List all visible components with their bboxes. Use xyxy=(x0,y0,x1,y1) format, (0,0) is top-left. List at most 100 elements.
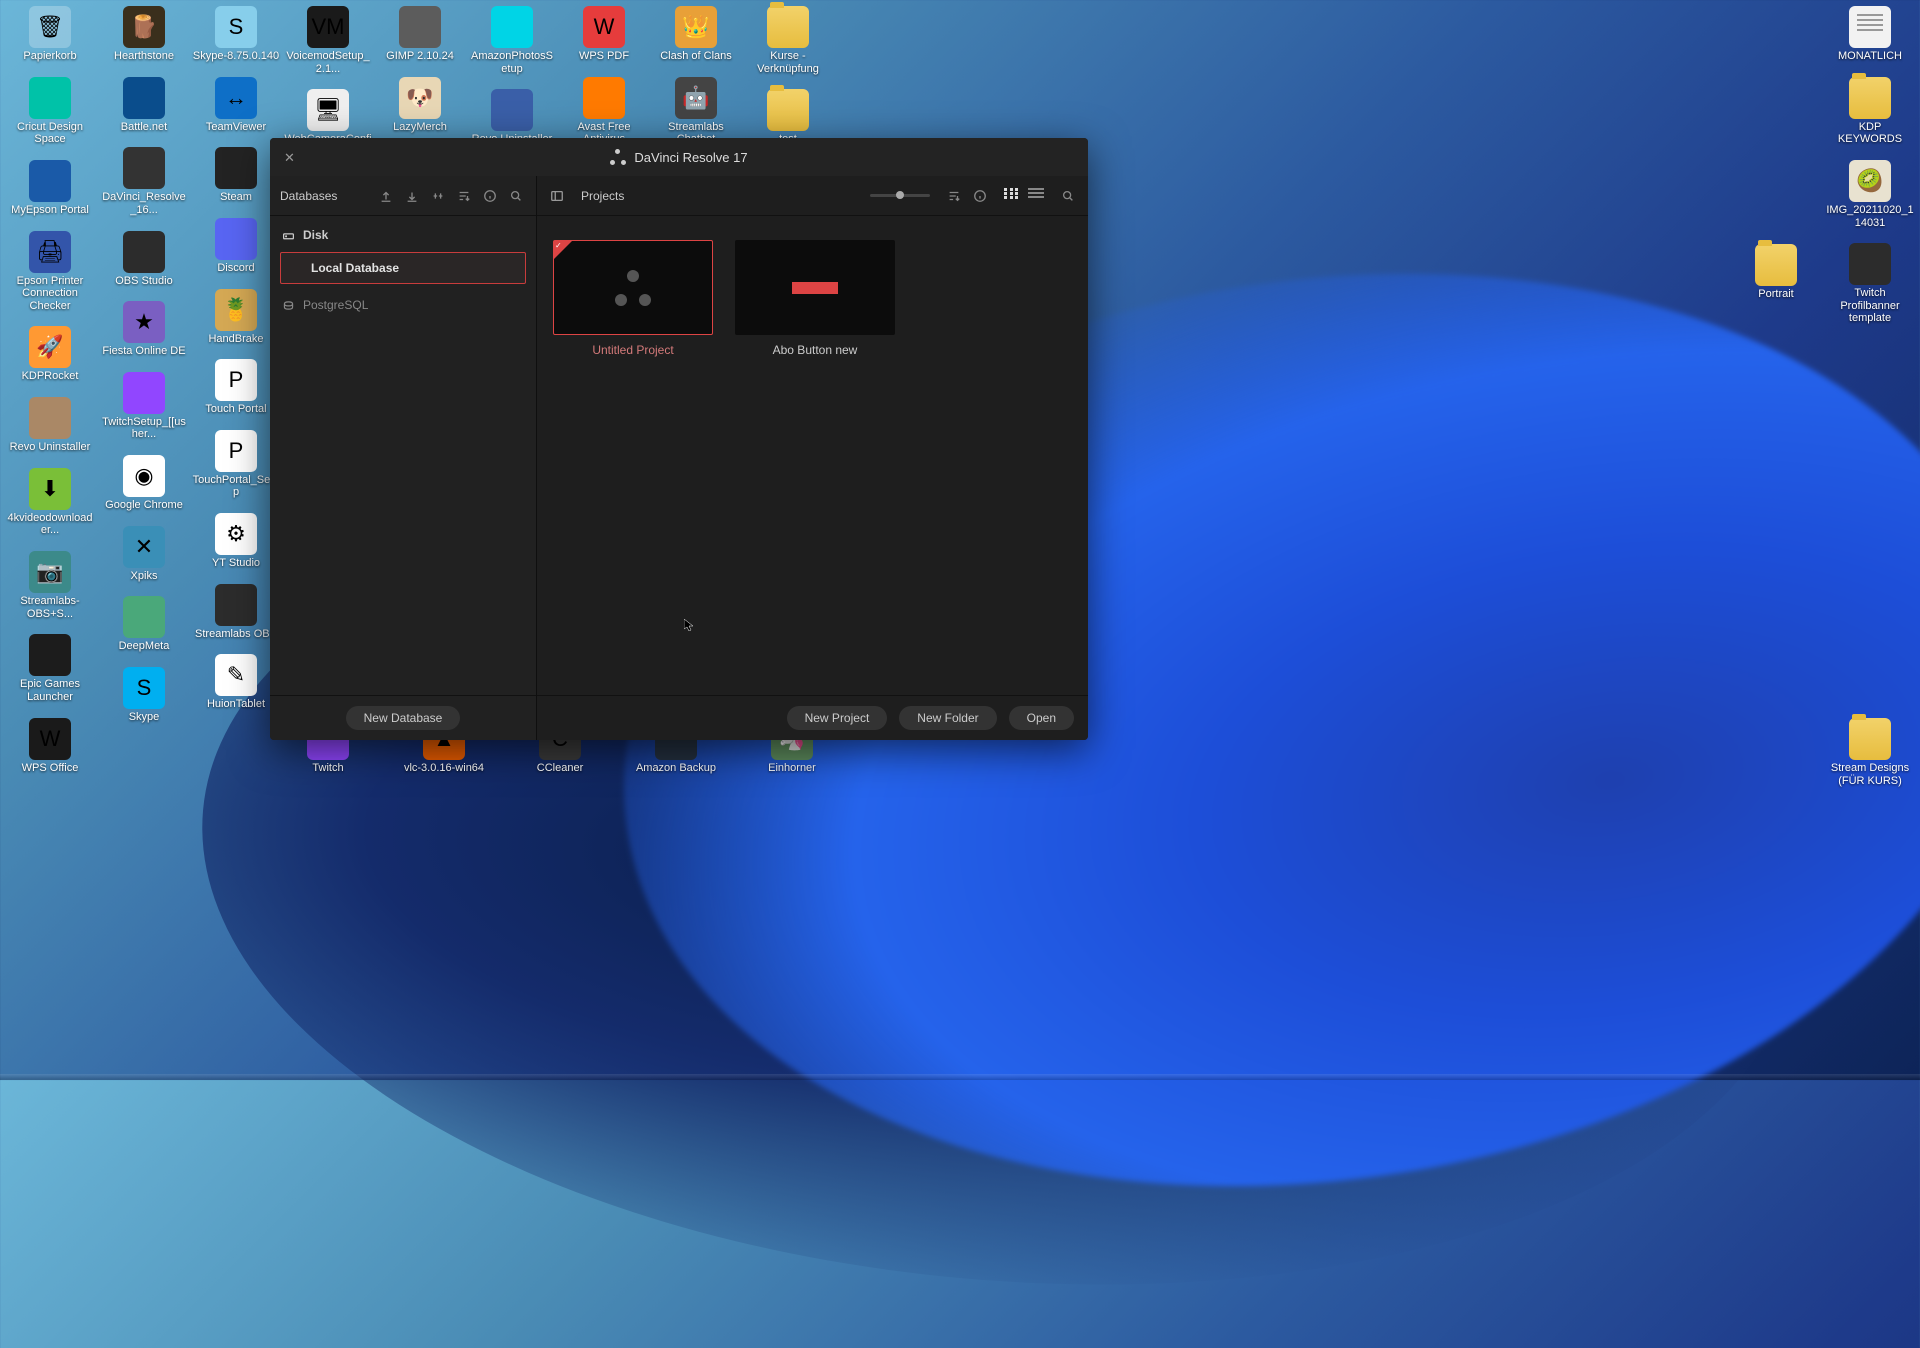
db-download-icon[interactable] xyxy=(402,186,422,206)
close-icon[interactable]: ✕ xyxy=(284,150,295,166)
desktop-icon-label: Fiesta Online DE xyxy=(102,345,185,358)
desktop-icon[interactable]: 👑Clash of Clans xyxy=(652,6,740,63)
desktop-icon[interactable]: WWPS Office xyxy=(6,718,94,775)
app-icon xyxy=(215,147,257,189)
app-icon: 👑 xyxy=(675,6,717,48)
desktop-icon[interactable]: Streamlabs OBS xyxy=(192,584,280,641)
desktop-icon[interactable]: WWPS PDF xyxy=(560,6,648,63)
db-info-icon[interactable] xyxy=(480,186,500,206)
new-database-button[interactable]: New Database xyxy=(346,706,461,730)
desktop-icon[interactable]: 🚀KDPRocket xyxy=(6,326,94,383)
app-icon: 🥝 xyxy=(1849,160,1891,202)
desktop-icon[interactable]: Revo Uninstaller xyxy=(6,397,94,454)
postgresql-group[interactable]: PostgreSQL xyxy=(280,294,526,316)
window-title: DaVinci Resolve 17 xyxy=(634,150,747,165)
desktop-icon[interactable]: Epic Games Launcher xyxy=(6,634,94,703)
desktop-icon[interactable]: PTouchPortal_Setup xyxy=(192,430,280,499)
app-icon: 🐶 xyxy=(399,77,441,119)
project-thumbnail[interactable] xyxy=(553,240,713,335)
desktop-icon[interactable]: ✕Xpiks xyxy=(100,526,188,583)
app-icon xyxy=(491,89,533,131)
desktop-icon[interactable]: TwitchSetup_[[usher... xyxy=(100,372,188,441)
desktop-icon-label: OBS Studio xyxy=(115,275,172,288)
desktop-icon[interactable]: ✎HuionTablet xyxy=(192,654,280,711)
proj-info-icon[interactable] xyxy=(970,186,990,206)
desktop-icon[interactable]: 📷Streamlabs-OBS+S... xyxy=(6,551,94,620)
project-card[interactable]: Abo Button new xyxy=(735,240,895,357)
desktop-icon-label: Steam xyxy=(220,191,252,204)
desktop-icon[interactable]: ↔TeamViewer xyxy=(192,77,280,134)
db-sort-icon[interactable] xyxy=(454,186,474,206)
desktop-icon-label: Skype xyxy=(129,711,160,724)
project-manager-window: ✕ DaVinci Resolve 17 Databases Disk xyxy=(270,138,1088,740)
taskbar[interactable] xyxy=(0,1074,1920,1080)
desktop-icon[interactable]: DeepMeta xyxy=(100,596,188,653)
desktop-icon[interactable]: Battle.net xyxy=(100,77,188,134)
desktop-icon[interactable]: Twitch Profilbanner template xyxy=(1826,243,1914,325)
desktop-icon[interactable]: MONATLICH xyxy=(1826,6,1914,63)
open-button[interactable]: Open xyxy=(1009,706,1074,730)
desktop-icon[interactable]: PTouch Portal xyxy=(192,359,280,416)
desktop-icon[interactable]: GIMP 2.10.24 xyxy=(376,6,464,63)
app-icon: P xyxy=(215,430,257,472)
desktop-icon[interactable]: SSkype-8.75.0.140 xyxy=(192,6,280,63)
db-upload-icon[interactable] xyxy=(376,186,396,206)
app-icon xyxy=(29,77,71,119)
desktop-icon[interactable]: Kurse - Verknüpfung xyxy=(744,6,832,75)
new-project-button[interactable]: New Project xyxy=(787,706,888,730)
desktop-icon[interactable]: VMVoicemodSetup_2.1... xyxy=(284,6,372,75)
desktop-icon[interactable]: ◉Google Chrome xyxy=(100,455,188,512)
desktop-icon-label: Twitch xyxy=(312,762,343,775)
db-link-icon[interactable] xyxy=(428,186,448,206)
desktop-icon-label: Epic Games Launcher xyxy=(6,678,94,703)
local-database-item[interactable]: Local Database xyxy=(280,252,526,284)
desktop-icon[interactable]: 🗑Papierkorb xyxy=(6,6,94,63)
app-icon: ★ xyxy=(123,301,165,343)
app-icon xyxy=(29,634,71,676)
project-card[interactable]: Untitled Project xyxy=(553,240,713,357)
proj-search-icon[interactable] xyxy=(1058,186,1078,206)
desktop-icon[interactable]: OBS Studio xyxy=(100,231,188,288)
desktop-icon[interactable]: 🐶LazyMerch xyxy=(376,77,464,134)
desktop-icon-label: Streamlabs-OBS+S... xyxy=(6,595,94,620)
disk-group[interactable]: Disk xyxy=(280,224,526,246)
desktop-icon[interactable]: 🪵Hearthstone xyxy=(100,6,188,63)
app-icon: 🗑 xyxy=(29,6,71,48)
desktop-icon[interactable]: Avast Free Antivirus xyxy=(560,77,648,146)
sidebar-toggle-icon[interactable] xyxy=(547,186,567,206)
desktop-icon[interactable]: MyEpson Portal xyxy=(6,160,94,217)
new-folder-button[interactable]: New Folder xyxy=(899,706,996,730)
desktop-icon[interactable]: Discord xyxy=(192,218,280,275)
desktop-icon[interactable]: Stream Designs (FÜR KURS) xyxy=(1826,718,1914,787)
desktop-icon[interactable]: ⚙YT Studio xyxy=(192,513,280,570)
grid-view-icon[interactable] xyxy=(1004,188,1020,204)
list-view-icon[interactable] xyxy=(1028,188,1044,204)
project-thumbnail[interactable] xyxy=(735,240,895,335)
desktop-icon-label: KDPRocket xyxy=(22,370,79,383)
desktop-icon[interactable]: ⬇4kvideodownloader... xyxy=(6,468,94,537)
app-icon xyxy=(215,584,257,626)
databases-panel: Databases Disk Local Database PostgreSQL xyxy=(270,176,537,740)
app-icon xyxy=(123,231,165,273)
titlebar[interactable]: ✕ DaVinci Resolve 17 xyxy=(270,138,1088,176)
desktop-icon[interactable]: AmazonPhotosSetup xyxy=(468,6,556,75)
thumbnail-size-slider[interactable] xyxy=(870,194,930,197)
desktop-icon[interactable]: 🍍HandBrake xyxy=(192,289,280,346)
desktop-icon[interactable]: Steam xyxy=(192,147,280,204)
desktop-icon[interactable]: 🥝IMG_20211020_114031 xyxy=(1826,160,1914,229)
desktop-icon[interactable]: ★ Fiesta Online DE xyxy=(100,301,188,358)
desktop-icon[interactable]: 🖨Epson Printer Connection Checker xyxy=(6,231,94,313)
desktop-icon[interactable]: KDP KEYWORDS xyxy=(1826,77,1914,146)
desktop-icon-label: HandBrake xyxy=(208,333,263,346)
project-name: Abo Button new xyxy=(735,343,895,357)
proj-sort-icon[interactable] xyxy=(944,186,964,206)
desktop-icon-label: TeamViewer xyxy=(206,121,266,134)
desktop-icon[interactable]: Cricut Design Space xyxy=(6,77,94,146)
desktop-icon[interactable]: 🤖Streamlabs Chatbot xyxy=(652,77,740,146)
desktop-icon-label: MyEpson Portal xyxy=(11,204,89,217)
desktop-icon[interactable]: SSkype xyxy=(100,667,188,724)
desktop-icon[interactable]: Portrait xyxy=(1732,244,1820,301)
desktop-icon-label: AmazonPhotosSetup xyxy=(468,50,556,75)
desktop-icon[interactable]: DaVinci_Resolve_16... xyxy=(100,147,188,216)
db-search-icon[interactable] xyxy=(506,186,526,206)
